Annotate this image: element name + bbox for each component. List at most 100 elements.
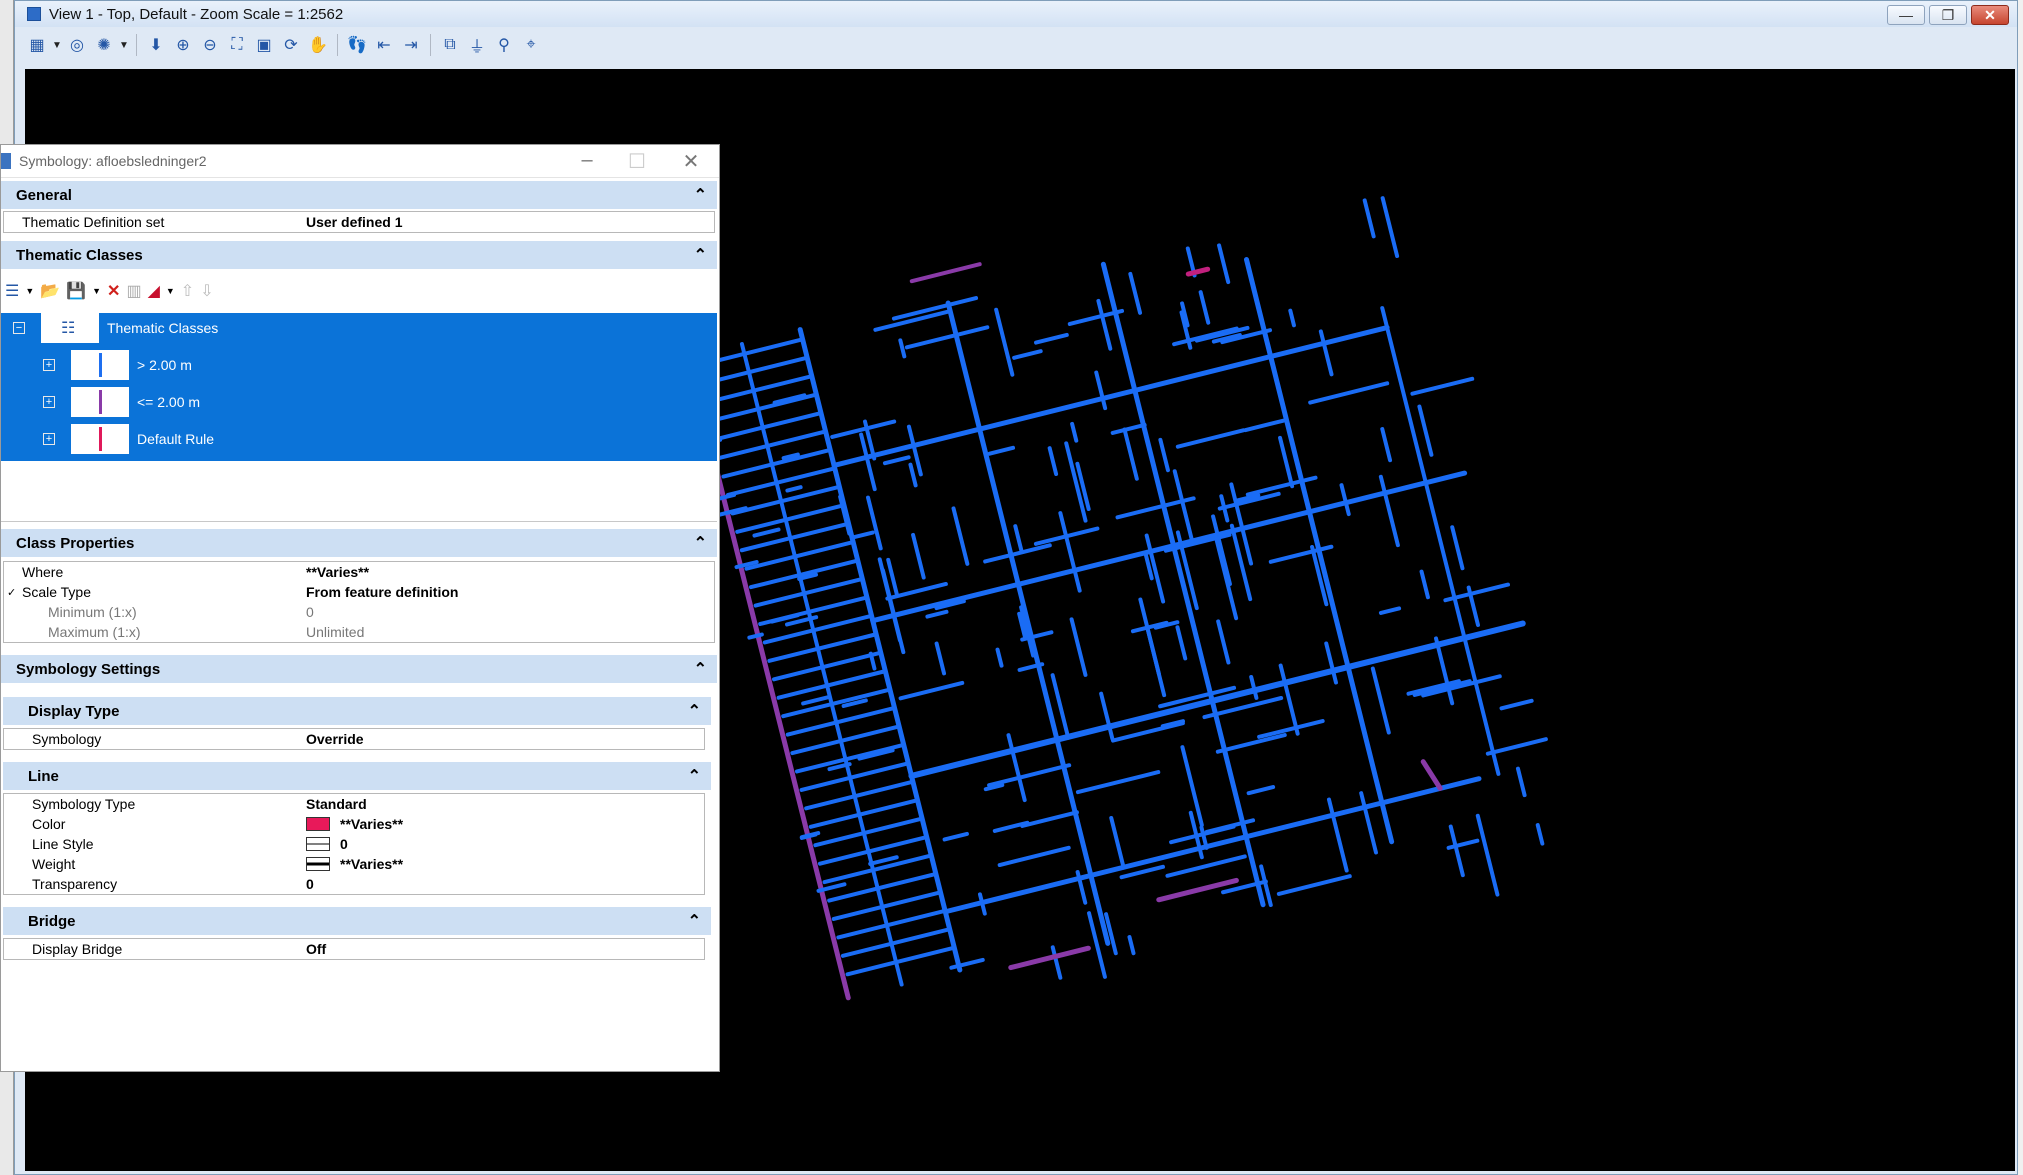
zoom-out-icon[interactable]: ⊖ — [198, 33, 222, 57]
dropdown-arrow-icon[interactable]: ▼ — [52, 33, 62, 57]
prop-value[interactable]: 0 — [340, 836, 348, 852]
prop-value[interactable]: User defined 1 — [306, 214, 402, 230]
pipe-segment — [1213, 534, 1239, 621]
prop-row[interactable]: Thematic Definition set User defined 1 — [4, 212, 714, 232]
line-section-header[interactable]: Line ⌃ — [3, 762, 711, 790]
prop-row[interactable]: Weight **Varies** — [4, 854, 704, 874]
pipe-segment — [851, 530, 875, 540]
rotate-view-icon[interactable]: ⟳ — [279, 33, 303, 57]
prop-row[interactable]: Symbology Override — [4, 729, 704, 749]
class-properties-header-label: Class Properties — [16, 534, 135, 552]
class-properties-section-header[interactable]: Class Properties ⌃ — [1, 529, 717, 557]
zoom-in-icon[interactable]: ⊕ — [171, 33, 195, 57]
view-display-mode-icon[interactable]: ◎ — [65, 33, 89, 57]
weight-swatch[interactable] — [306, 857, 330, 871]
general-grid: Thematic Definition set User defined 1 — [3, 211, 715, 233]
symbology-settings-section-header[interactable]: Symbology Settings ⌃ — [1, 655, 717, 683]
collapse-toggle-icon[interactable]: − — [13, 322, 25, 334]
pan-view-icon[interactable]: ✋ — [306, 33, 330, 57]
prop-value[interactable]: 0 — [306, 876, 314, 892]
expand-toggle-icon[interactable]: + — [43, 359, 55, 371]
general-section-header[interactable]: General ⌃ — [1, 181, 717, 209]
prop-value[interactable]: Unlimited — [306, 624, 364, 640]
prop-value[interactable]: **Varies** — [340, 856, 403, 872]
prop-row[interactable]: Color **Varies** — [4, 814, 704, 834]
expand-toggle-icon[interactable]: + — [43, 433, 55, 445]
bridge-section-header[interactable]: Bridge ⌃ — [3, 907, 711, 935]
collapse-icon[interactable]: ⌃ — [688, 766, 701, 786]
copy-view-icon[interactable]: ⧉ — [438, 33, 462, 57]
prop-value[interactable]: **Varies** — [306, 564, 369, 580]
pipe-segment — [1217, 243, 1231, 285]
prop-row[interactable]: Maximum (1:x) Unlimited — [4, 622, 714, 642]
prop-value[interactable]: From feature definition — [306, 584, 458, 600]
walk-icon[interactable]: 👣 — [345, 33, 369, 57]
prop-key: Minimum (1:x) — [48, 604, 137, 620]
maximize-button[interactable]: ❐ — [1929, 5, 1967, 25]
prop-value[interactable]: **Varies** — [340, 816, 403, 832]
dropdown-arrow-icon[interactable]: ▼ — [119, 33, 129, 57]
prop-row[interactable]: Minimum (1:x) 0 — [4, 602, 714, 622]
collapse-icon[interactable]: ⌃ — [688, 911, 701, 931]
toolbar-separator — [136, 34, 137, 56]
prop-value[interactable]: 0 — [306, 604, 314, 620]
view-titlebar[interactable]: View 1 - Top, Default - Zoom Scale = 1:2… — [15, 1, 2017, 27]
tree-item-gt-2m[interactable]: + > 2.00 m — [43, 350, 192, 380]
view-attributes-icon[interactable]: ▦ — [25, 33, 49, 57]
prop-row[interactable]: Symbology Type Standard — [4, 794, 704, 814]
next-view-icon[interactable]: ⇥ — [399, 33, 423, 57]
dropdown-arrow-icon[interactable]: ▼ — [166, 286, 175, 296]
pipe-segment — [1288, 308, 1296, 328]
prop-row[interactable]: ✓ Scale Type From feature definition — [4, 582, 714, 602]
collapse-icon[interactable]: ⌃ — [694, 659, 707, 679]
prop-value[interactable]: Standard — [306, 796, 367, 812]
pipe-segment — [934, 641, 947, 676]
dialog-close-icon[interactable]: ✕ — [671, 149, 711, 174]
brightness-icon[interactable]: ✺ — [92, 33, 116, 57]
color-ramp-icon[interactable]: ◢ — [148, 281, 160, 301]
prop-row[interactable]: Transparency 0 — [4, 874, 704, 894]
prop-key: Display Bridge — [32, 941, 123, 957]
close-button[interactable]: ✕ — [1971, 5, 2009, 25]
pipe-segment — [1412, 679, 1472, 697]
line-style-swatch[interactable] — [306, 837, 330, 851]
display-type-section-header[interactable]: Display Type ⌃ — [3, 697, 711, 725]
thematic-classes-section-header[interactable]: Thematic Classes ⌃ — [1, 241, 717, 269]
thematic-class-tree: − ☷ Thematic Classes + > 2.00 m + <= 2.0… — [1, 313, 717, 461]
clip-mask-icon[interactable]: ⚲ — [492, 33, 516, 57]
update-view-icon[interactable]: ⬇ — [144, 33, 168, 57]
prop-row[interactable]: Display Bridge Off — [4, 939, 704, 959]
delete-icon[interactable]: ✕ — [107, 281, 120, 301]
collapse-icon[interactable]: ⌃ — [694, 245, 707, 265]
clip-volume-icon[interactable]: ⏚ — [465, 33, 489, 57]
camera-icon[interactable]: ⌖ — [519, 33, 543, 57]
tree-root[interactable]: − ☷ Thematic Classes — [13, 313, 218, 343]
prop-value[interactable]: Override — [306, 731, 364, 747]
view-toolbar: ▦ ▼ ◎ ✺ ▼ ⬇ ⊕ ⊖ ⛶ ▣ ⟳ ✋ 👣 ⇤ ⇥ ⧉ ⏚ ⚲ ⌖ — [25, 31, 543, 59]
new-class-icon[interactable]: ☰ — [5, 281, 19, 301]
dialog-titlebar[interactable]: Symbology: afloebsledninger2 – ☐ ✕ — [1, 145, 719, 178]
prop-row[interactable]: Line Style 0 — [4, 834, 704, 854]
save-icon[interactable]: 💾 — [66, 281, 86, 301]
open-icon[interactable]: 📂 — [40, 281, 60, 301]
collapse-icon[interactable]: ⌃ — [694, 185, 707, 205]
dialog-minimize-icon[interactable]: – — [567, 149, 607, 172]
dropdown-arrow-icon[interactable]: ▼ — [25, 286, 34, 296]
collapse-icon[interactable]: ⌃ — [694, 533, 707, 553]
previous-view-icon[interactable]: ⇤ — [372, 33, 396, 57]
prop-row[interactable]: Where **Varies** — [4, 562, 714, 582]
tree-item-default-rule[interactable]: + Default Rule — [43, 424, 214, 454]
color-swatch[interactable] — [306, 817, 330, 831]
fit-view-icon[interactable]: ▣ — [252, 33, 276, 57]
dropdown-arrow-icon[interactable]: ▼ — [92, 286, 101, 296]
minimize-button[interactable]: — — [1887, 5, 1925, 25]
collapse-icon[interactable]: ⌃ — [688, 701, 701, 721]
pipe-segment — [987, 763, 1072, 788]
tree-root-label: Thematic Classes — [107, 320, 219, 336]
window-area-icon[interactable]: ⛶ — [225, 33, 249, 57]
move-up-icon: ⇧ — [180, 283, 195, 300]
prop-key: Symbology Type — [32, 796, 136, 812]
prop-value[interactable]: Off — [306, 941, 326, 957]
tree-item-le-2m[interactable]: + <= 2.00 m — [43, 387, 200, 417]
expand-toggle-icon[interactable]: + — [43, 396, 55, 408]
